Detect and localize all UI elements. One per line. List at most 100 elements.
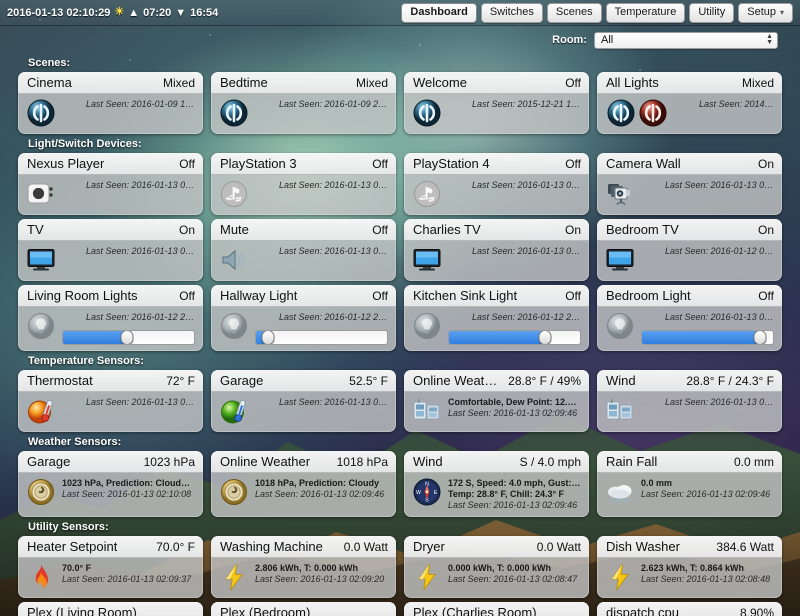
- card-status-value: 28.8° F / 24.3° F: [686, 374, 774, 388]
- device-card[interactable]: Washing Machine 0.0 Watt 2.806 kWh, T: 0.0…: [211, 536, 396, 598]
- last-seen-text: Last Seen: 2016-01-12 08:21:01: [665, 246, 774, 256]
- device-card[interactable]: Living Room Lights Off Last Seen: 2016-01-…: [18, 285, 203, 351]
- device-card[interactable]: Online Weather 1018 hPa 1018 hPa, Predicti…: [211, 451, 396, 517]
- card-row: Living Room Lights Off Last Seen: 2016-01-…: [18, 285, 782, 351]
- device-card[interactable]: Dryer 0.0 Watt 0.000 kWh, T: 0.000 kWh Last…: [404, 536, 589, 598]
- device-card[interactable]: Camera Wall On Last Seen: 2016-01-13 02:08…: [597, 153, 782, 215]
- card-header: Welcome Off: [404, 72, 589, 94]
- device-card[interactable]: Dish Washer 384.6 Watt 2.623 kWh, T: 0.864…: [597, 536, 782, 598]
- device-card[interactable]: Plex (Living Room)TextNo Media PlayingLa…: [18, 602, 203, 616]
- card-body: Last Seen: 2016-01-12 23:55:01: [404, 307, 589, 351]
- card-detail: 0.0 mm Last Seen: 2016-01-13 02:09:46: [641, 477, 774, 500]
- card-detail: Last Seen: 2016-01-13 00:08:26: [448, 179, 581, 191]
- device-card[interactable]: PlayStation 4 Off Last Seen: 2016-01-13 00…: [404, 153, 589, 215]
- device-card[interactable]: Online Weather 28.8° F / 49% Comfortable, …: [404, 370, 589, 432]
- card-detail: Last Seen: 2016-01-09 23:33:41: [255, 98, 388, 110]
- card-detail: 70.0° F Last Seen: 2016-01-13 02:09:37: [62, 562, 195, 585]
- device-card[interactable]: Welcome Off Last Seen: 2015-12-21 18:12:16: [404, 72, 589, 134]
- card-title: Nexus Player: [27, 156, 105, 171]
- card-status-value: On: [564, 223, 581, 237]
- card-row: Nexus Player Off Last Seen: 2016-01-13 00:…: [18, 153, 782, 215]
- device-card[interactable]: Bedtime Mixed Last Seen: 2016-01-09 23:33:…: [211, 72, 396, 134]
- device-card[interactable]: Hallway Light Off Last Seen: 2016-01-12 21…: [211, 285, 396, 351]
- device-card[interactable]: Heater Setpoint 70.0° F 70.0° F Last Seen: …: [18, 536, 203, 598]
- card-status-value: Mixed: [741, 76, 774, 90]
- card-header: Dish Washer 384.6 Watt: [597, 536, 782, 558]
- device-card[interactable]: Rain Fall 0.0 mm 0.0 mm Last Seen: 2016-01-…: [597, 451, 782, 517]
- last-seen-text: Last Seen: 2016-01-13 00:08:26: [472, 180, 581, 190]
- last-seen-text: Last Seen: 2016-01-13 02:09:46: [255, 489, 385, 499]
- device-card[interactable]: Bedroom TV On Last Seen: 2016-01-12 08:21:…: [597, 219, 782, 281]
- card-title: Hallway Light: [220, 288, 298, 303]
- device-card[interactable]: Nexus Player Off Last Seen: 2016-01-13 00:…: [18, 153, 203, 215]
- thermometer-warm-icon: [26, 396, 56, 426]
- nav-tab-setup[interactable]: Setup ▾: [738, 2, 793, 23]
- device-card[interactable]: Thermostat 72° F Last Seen: 2016-01-13 02:…: [18, 370, 203, 432]
- card-header: Garage 52.5° F: [211, 370, 396, 392]
- card-detail: Last Seen: 2016-01-09 17:28:26: [62, 98, 195, 110]
- dimmer-slider[interactable]: [448, 330, 581, 345]
- device-card[interactable]: Garage 52.5° F Last Seen: 2016-01-13 02:10…: [211, 370, 396, 432]
- device-card[interactable]: Plex (Charlies Room)TextPlaying Episode:…: [404, 602, 589, 616]
- dimmer-slider[interactable]: [62, 330, 195, 345]
- device-card[interactable]: Kitchen Sink Light Off Last Seen: 2016-01-…: [404, 285, 589, 351]
- last-seen-text: Last Seen: 2016-01-13 02:08:37: [665, 180, 774, 190]
- card-status-value: 72° F: [166, 374, 195, 388]
- chevron-down-icon: ▾: [779, 7, 784, 17]
- last-seen-text: Last Seen: 2016-01-13 01:16:31: [472, 246, 581, 256]
- section-title: Light/Switch Devices:: [28, 138, 142, 150]
- nav-tab-switches[interactable]: Switches: [480, 2, 543, 23]
- card-detail-line: 2.806 kWh, T: 0.000 kWh: [255, 563, 359, 573]
- card-detail: 1023 hPa, Prediction: Cloudy/Rain Last Se…: [62, 477, 195, 500]
- card-body: Last Seen: 2016-01-13 00:00:07: [597, 307, 782, 351]
- device-card[interactable]: TV On Last Seen: 2016-01-13 02:08:37: [18, 219, 203, 281]
- device-card[interactable]: Mute Off Last Seen: 2016-01-13 02:03:37: [211, 219, 396, 281]
- barometer-icon: [219, 477, 249, 507]
- nav-tab-scenes[interactable]: Scenes: [546, 2, 602, 23]
- last-seen-text: Last Seen: 2016-01-13 02:09:46: [448, 500, 578, 510]
- last-seen-text: Last Seen: 2016-01-13 00:08:26: [279, 180, 388, 190]
- device-card[interactable]: PlayStation 3 Off Last Seen: 2016-01-13 00…: [211, 153, 396, 215]
- dimmer-slider[interactable]: [641, 330, 774, 345]
- card-header: Mute Off: [211, 219, 396, 241]
- card-title: Charlies TV: [413, 222, 481, 237]
- card-detail: Last Seen: 2016-01-13 00:00:07: [641, 311, 774, 345]
- compass-icon: NSWE: [412, 477, 442, 507]
- last-seen-text: Last Seen: 2016-01-12 21:18:01: [279, 312, 388, 322]
- top-bar: 2016-01-13 02:10:29 ☀ ▲ 07:20 ▼ 16:54 Da…: [0, 0, 800, 26]
- device-card[interactable]: dispatch cpu8.90%%8.90%Last Seen: 2016-0…: [597, 602, 782, 616]
- device-card[interactable]: Wind 28.8° F / 24.3° F Last Seen: 2016-01-…: [597, 370, 782, 432]
- card-body: 1018 hPa, Prediction: Cloudy Last Seen: 2…: [211, 473, 396, 513]
- device-card[interactable]: Plex (Bedroom)TextNo Media PlayingLast S…: [211, 602, 396, 616]
- dimmer-slider[interactable]: [255, 330, 388, 345]
- nav-tab-utility[interactable]: Utility: [689, 2, 735, 23]
- device-card[interactable]: Cinema Mixed Last Seen: 2016-01-09 17:28:2…: [18, 72, 203, 134]
- scene-pair-icon: [605, 98, 669, 128]
- card-header: Hallway Light Off: [211, 285, 396, 307]
- card-header: Plex (Charlies Room): [404, 602, 589, 616]
- nav-tab-dashboard[interactable]: Dashboard: [401, 2, 477, 23]
- card-detail: Last Seen: 2016-01-13 02:10:19: [62, 396, 195, 408]
- card-header: Rain Fall 0.0 mm: [597, 451, 782, 473]
- nav-tab-temperature[interactable]: Temperature: [605, 2, 686, 23]
- card-title: Online Weather: [413, 373, 503, 388]
- card-body: Last Seen: 2016-01-12 08:21:01: [597, 241, 782, 281]
- card-body: 2.806 kWh, T: 0.000 kWh Last Seen: 2016-0…: [211, 558, 396, 598]
- card-title: Garage: [220, 373, 264, 388]
- card-body: Last Seen: 2016-01-13 01:16:31: [404, 241, 589, 281]
- card-status-value: 384.6 Watt: [716, 540, 774, 554]
- section-title: Temperature Sensors:: [28, 355, 144, 367]
- card-status-value: Off: [565, 157, 581, 171]
- device-card[interactable]: Garage 1023 hPa 1023 hPa, Prediction: Clou…: [18, 451, 203, 517]
- card-header: PlayStation 3 Off: [211, 153, 396, 175]
- last-seen-text: Last Seen: 2016-01-13 00:00:07: [665, 312, 774, 322]
- device-card[interactable]: Wind S / 4.0 mph N S W E 172 S, Speed: 4.0 mph…: [404, 451, 589, 517]
- weather-station-icon: [605, 396, 635, 426]
- card-title: Plex (Living Room): [27, 605, 137, 616]
- card-header: Plex (Bedroom): [211, 602, 396, 616]
- room-select[interactable]: All ▲ ▼: [594, 31, 778, 49]
- card-status-value: 52.5° F: [349, 374, 388, 388]
- device-card[interactable]: Charlies TV On Last Seen: 2016-01-13 01:16…: [404, 219, 589, 281]
- device-card[interactable]: All Lights Mixed Last Seen: 2014-12-28 18:…: [597, 72, 782, 134]
- device-card[interactable]: Bedroom Light Off Last Seen: 2016-01-13 00…: [597, 285, 782, 351]
